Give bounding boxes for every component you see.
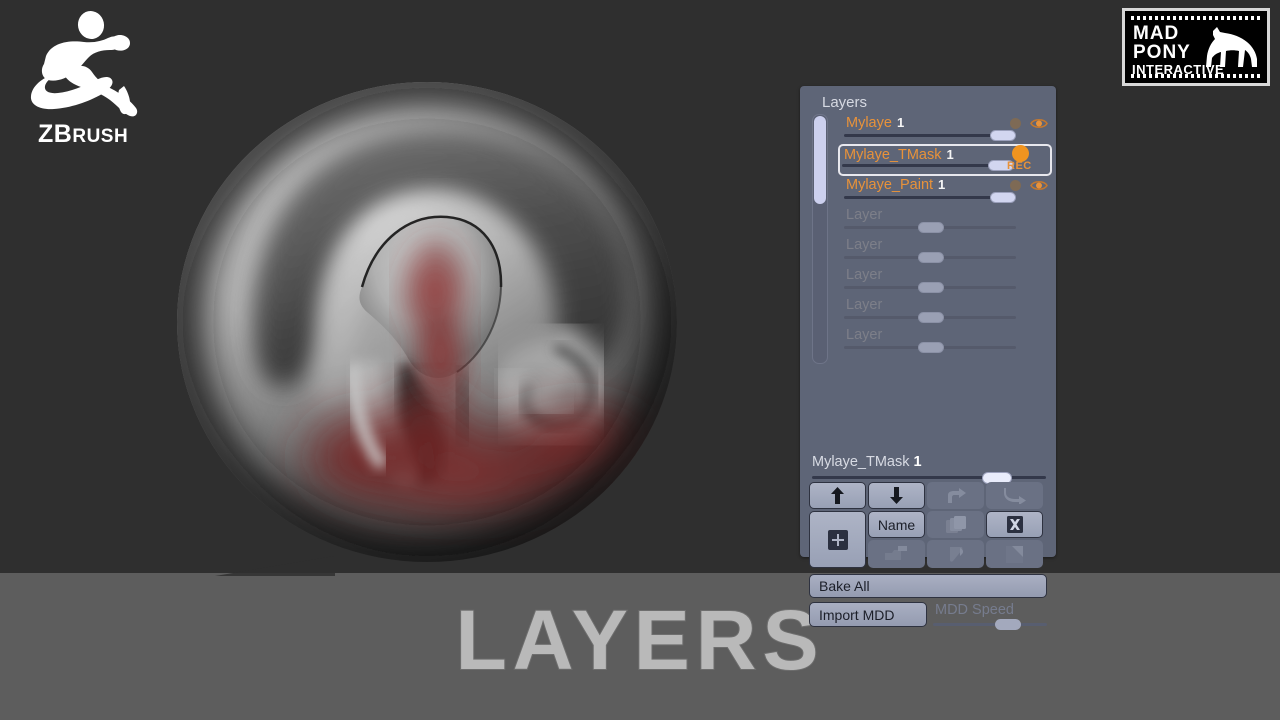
table-row-selected[interactable]: Mylaye_TMask 1 REC	[838, 144, 1052, 176]
madpony-line-mad: MAD	[1133, 23, 1180, 44]
layer-name: Mylaye_TMask 1	[844, 147, 954, 163]
zbrush-word-b: B	[53, 120, 73, 148]
scrollbar-thumb[interactable]	[814, 116, 826, 204]
bake-layer-button[interactable]	[927, 540, 984, 568]
status-badge: REC	[1007, 160, 1032, 172]
layers-palette: Layers Mylaye 1 Mylaye_TMask 1 REC Mylay…	[800, 86, 1056, 630]
rename-layer-label: Name	[877, 516, 916, 533]
layer-toggles: REC	[1007, 145, 1058, 172]
table-row[interactable]: Mylaye_Paint 1	[842, 176, 1048, 206]
layer-toggles	[1008, 114, 1056, 136]
madpony-line-pony: PONY	[1133, 42, 1191, 63]
layer-name: Layer	[846, 297, 883, 313]
arrow-down-icon	[890, 487, 903, 504]
layer-intensity-slider[interactable]	[844, 192, 1016, 203]
horse-silhouette-icon	[1206, 27, 1257, 67]
bake-all-label: Bake All	[819, 578, 870, 594]
layer-name: Mylaye 1	[846, 115, 905, 131]
delete-layer-x-icon	[1006, 516, 1023, 533]
layer-intensity-slider[interactable]	[844, 252, 1016, 263]
slider-track[interactable]	[933, 619, 1047, 630]
slider-track[interactable]	[812, 472, 1046, 484]
zbrush-word-z: Z	[38, 120, 54, 148]
bake-all-button[interactable]: Bake All	[809, 574, 1047, 598]
import-mdd-label: Import MDD	[819, 606, 895, 623]
layer-name: Layer	[846, 237, 883, 253]
slider-thumb[interactable]	[918, 342, 944, 353]
page-title: LAYERS	[454, 592, 825, 688]
new-layer-plus-icon	[827, 529, 848, 550]
madpony-logo: MAD PONY INTERACTIVE	[1122, 8, 1270, 86]
layer-intensity-slider[interactable]	[844, 312, 1016, 323]
split-layer-icon	[884, 546, 907, 560]
layer-intensity-slider[interactable]	[844, 130, 1016, 141]
split-layer-right-button[interactable]	[927, 482, 984, 509]
copy-layer-icon	[1006, 545, 1023, 563]
arrow-up-icon	[831, 487, 844, 504]
zbrush-word-rush: RUSH	[72, 126, 129, 147]
rename-layer-button[interactable]: Name	[868, 511, 925, 538]
zbrush-logo: ZBRUSH	[18, 8, 158, 148]
layer-name: Layer	[846, 327, 883, 343]
layer-intensity-slider[interactable]	[842, 160, 1014, 171]
layer-name: Layer	[846, 207, 883, 223]
slider-thumb[interactable]	[918, 252, 944, 263]
split-hidden-layer-button[interactable]	[868, 540, 925, 568]
madpony-top-border	[1131, 16, 1261, 20]
slider-thumb[interactable]	[918, 222, 944, 233]
layer-name: Mylaye_Paint 1	[846, 177, 946, 193]
layer-rows: Mylaye 1 Mylaye_TMask 1 REC Mylaye_Paint…	[838, 114, 1052, 356]
copy-layer-button[interactable]	[986, 540, 1043, 568]
slider-thumb[interactable]	[918, 312, 944, 323]
new-layer-button[interactable]	[809, 511, 866, 568]
palette-title: Layers	[822, 94, 868, 111]
layer-toggles	[1008, 176, 1056, 198]
zbrush-running-figure-logo	[30, 11, 138, 117]
sculpted-ear-sphere	[177, 82, 677, 562]
layer-list-scrollbar[interactable]	[812, 114, 828, 364]
slider-thumb[interactable]	[995, 619, 1021, 630]
record-dot-icon[interactable]	[1010, 118, 1021, 129]
move-layer-up-button[interactable]	[809, 482, 866, 509]
import-mdd-button[interactable]: Import MDD	[809, 602, 927, 627]
table-row-empty[interactable]: Layer	[842, 296, 1048, 326]
bake-layer-icon	[949, 546, 963, 562]
layer-intensity-slider[interactable]	[844, 342, 1016, 353]
layer-intensity-slider[interactable]	[844, 222, 1016, 233]
sculpted-model-viewport-object	[157, 72, 697, 567]
table-row[interactable]: Mylaye 1	[842, 114, 1048, 144]
mdd-speed-slider[interactable]: MDD Speed	[933, 602, 1047, 630]
slider-thumb[interactable]	[918, 282, 944, 293]
table-row-empty[interactable]: Layer	[842, 266, 1048, 296]
mdd-speed-label: MDD Speed	[935, 602, 1014, 618]
zbrush-wordmark: ZBRUSH	[38, 120, 128, 149]
eye-visible-icon[interactable]	[1030, 179, 1048, 192]
active-layer-intensity-slider[interactable]: Mylaye_TMask 1	[812, 454, 1046, 484]
arrow-curve-down-icon	[1003, 487, 1026, 504]
table-row-empty[interactable]: Layer	[842, 236, 1048, 266]
duplicate-layer-button[interactable]	[927, 511, 984, 538]
layer-list: Mylaye 1 Mylaye_TMask 1 REC Mylaye_Paint…	[808, 114, 1052, 444]
move-layer-down-button[interactable]	[868, 482, 925, 509]
app-screenshot: ZBRUSH MAD PONY INTERACTIVE LAYERS Layer…	[0, 0, 1280, 720]
merge-layer-down-button[interactable]	[986, 482, 1043, 509]
record-dot-icon[interactable]	[1010, 180, 1021, 191]
arrow-turn-right-icon	[947, 487, 966, 503]
active-layer-label: Mylaye_TMask 1	[812, 454, 922, 470]
layer-name: Layer	[846, 267, 883, 283]
table-row-empty[interactable]: Layer	[842, 206, 1048, 236]
duplicate-layers-icon	[945, 515, 966, 533]
table-row-empty[interactable]: Layer	[842, 326, 1048, 356]
delete-layer-button[interactable]	[986, 511, 1043, 538]
eye-visible-icon[interactable]	[1030, 117, 1048, 130]
layer-intensity-slider[interactable]	[844, 282, 1016, 293]
